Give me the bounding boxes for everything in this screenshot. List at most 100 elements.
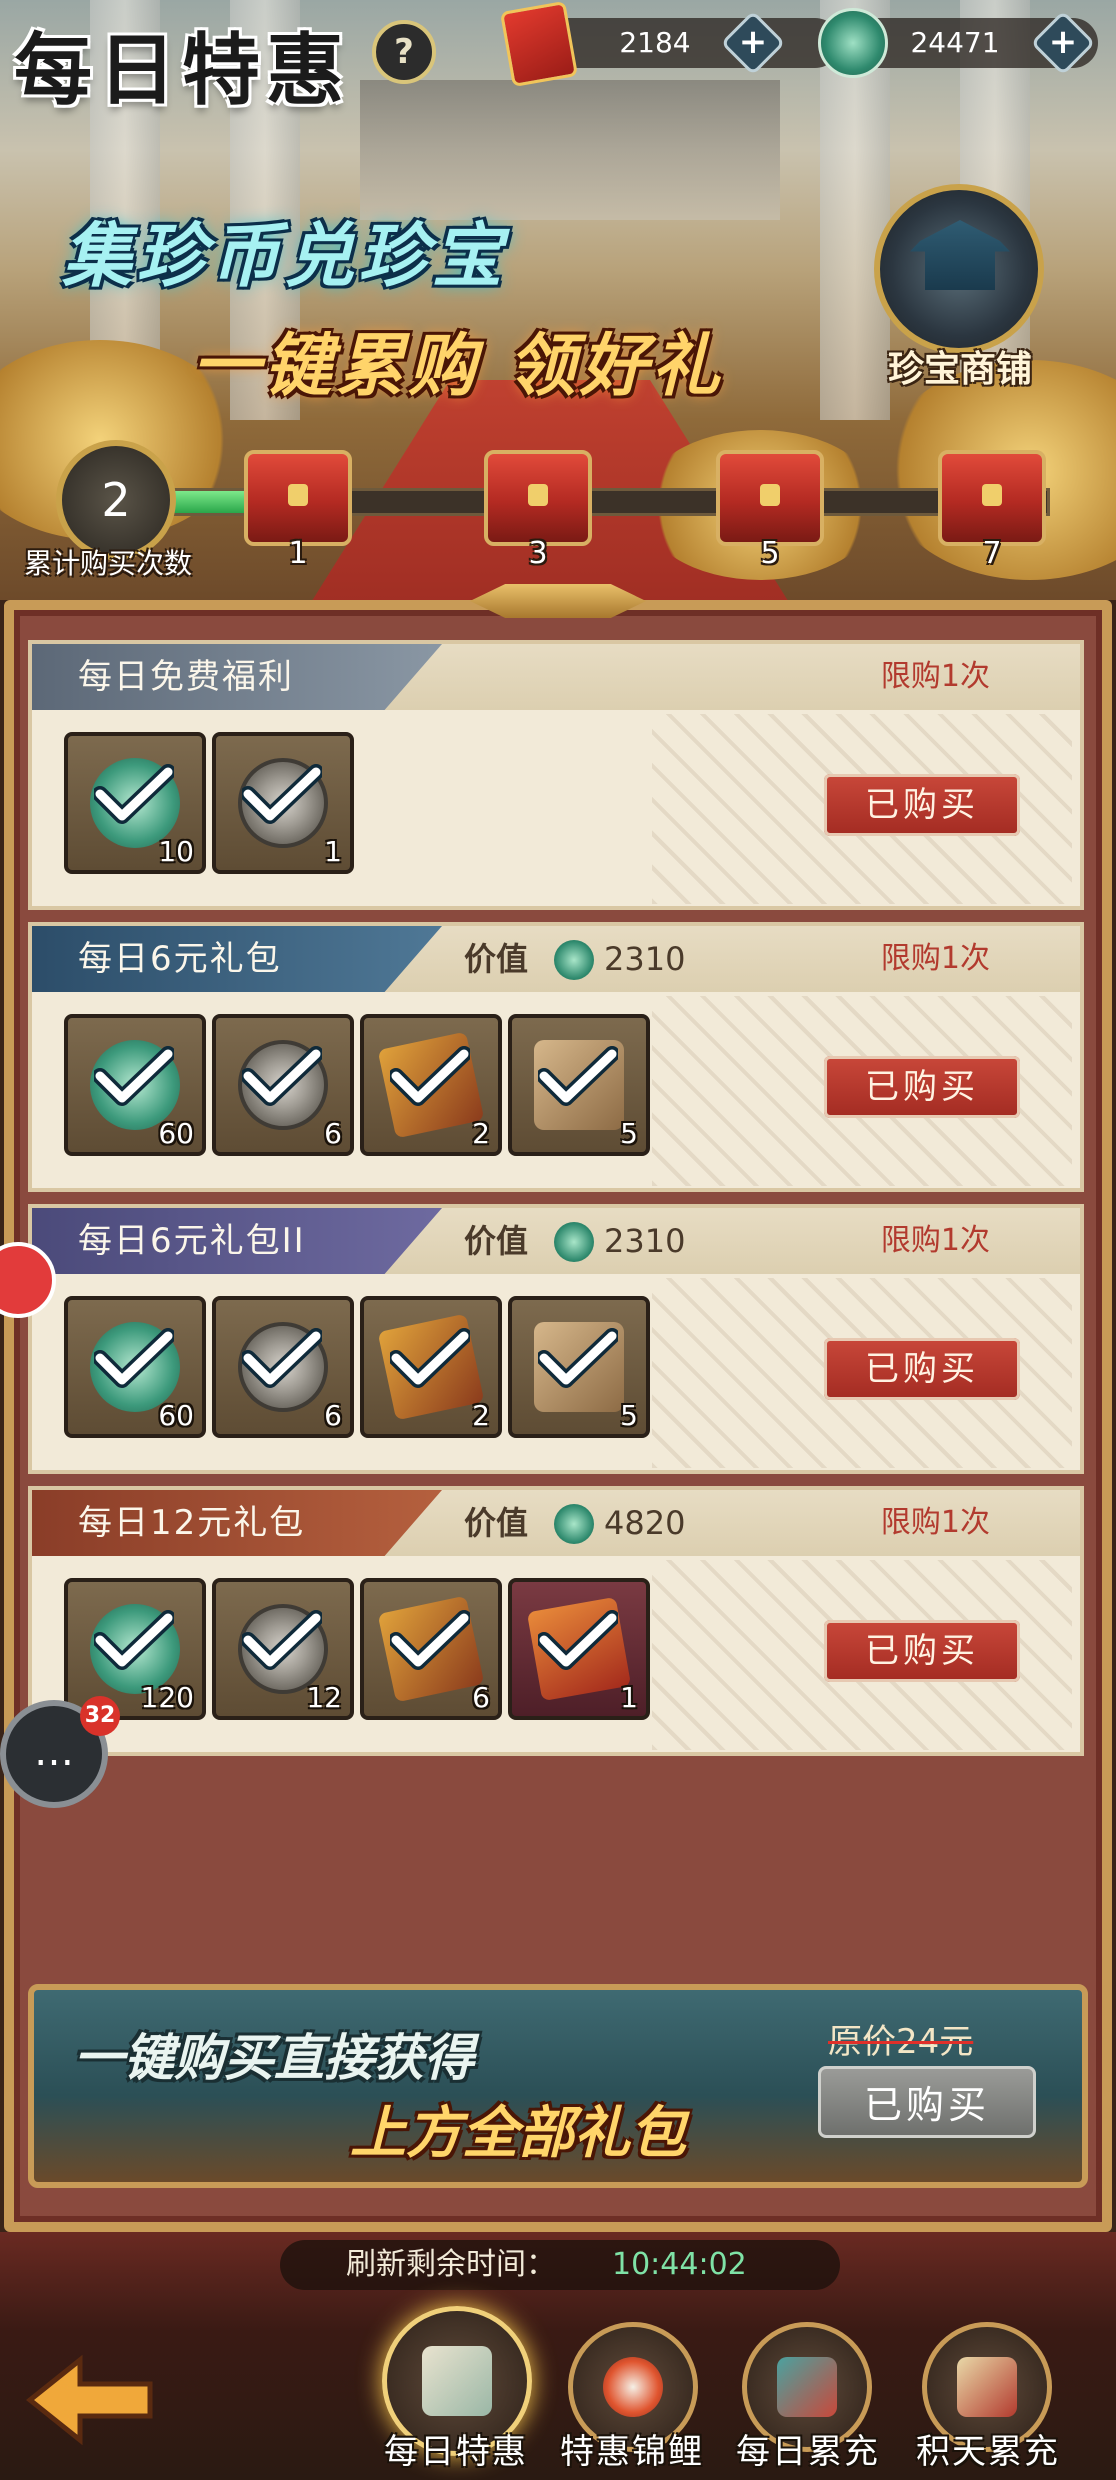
currency-value: 24471 [910, 26, 1000, 59]
currency-value: 2184 [619, 26, 691, 59]
checkmark-icon [390, 1328, 470, 1388]
item-quantity: 5 [620, 1117, 638, 1150]
checkmark-icon [538, 1328, 618, 1388]
chat-unread-badge: 32 [80, 1696, 120, 1736]
checkmark-icon [390, 1046, 470, 1106]
purchase-count-label: 累计购买次数 [24, 547, 193, 580]
item-quantity: 60 [158, 1399, 194, 1432]
milestone-chest[interactable] [938, 450, 1046, 546]
checkmark-icon [94, 1046, 174, 1106]
promo-subheadline: 上方全部礼包 [350, 2100, 686, 2166]
plus-icon: + [1048, 22, 1078, 62]
reward-item[interactable]: 6 [360, 1578, 502, 1720]
milestone-chest[interactable] [244, 450, 352, 546]
reward-item[interactable]: 120 [64, 1578, 206, 1720]
reward-item[interactable]: 10 [64, 732, 206, 874]
milestone-chest[interactable] [484, 450, 592, 546]
pack-value: 2310 [604, 940, 686, 978]
reward-item[interactable]: 1 [508, 1578, 650, 1720]
frame-ornament [470, 584, 646, 618]
reward-item[interactable]: 60 [64, 1296, 206, 1438]
item-quantity: 10 [158, 835, 194, 868]
jade-coin-icon [554, 1222, 594, 1262]
currency-hongbao: 2184 + [530, 10, 840, 76]
milestone-label: 5 [760, 536, 780, 571]
checkmark-icon [390, 1610, 470, 1670]
pack-items: 120 12 6 1 [64, 1578, 688, 1724]
pack-value-label: 价值 [464, 1504, 529, 1542]
reward-item[interactable]: 2 [360, 1014, 502, 1156]
reward-item[interactable]: 60 [64, 1014, 206, 1156]
reward-item[interactable]: 6 [212, 1014, 354, 1156]
refresh-timer-value: 10:44:02 [612, 2247, 747, 2282]
reward-item[interactable]: 6 [212, 1296, 354, 1438]
gift-pack-card: 每日12元礼包 价值 4820 限购1次 120 12 6 1 已购买 [28, 1486, 1084, 1756]
jade-coin-icon [554, 1504, 594, 1544]
reward-item[interactable]: 5 [508, 1014, 650, 1156]
checkmark-icon [538, 1610, 618, 1670]
checkmark-icon [94, 764, 174, 824]
tab-label: 特惠锦鲤 [560, 2432, 704, 2472]
reward-item[interactable]: 5 [508, 1296, 650, 1438]
back-arrow-icon [25, 2354, 153, 2446]
purchased-button[interactable]: 已购买 [824, 1338, 1020, 1400]
reward-item[interactable]: 1 [212, 732, 354, 874]
koi-fish-icon [603, 2357, 663, 2417]
tab-label: 积天累充 [916, 2432, 1060, 2472]
original-price: 原价24元 [828, 2022, 974, 2062]
purchase-limit: 限购1次 [880, 1223, 990, 1258]
pack-items: 10 1 [64, 732, 688, 878]
item-quantity: 1 [620, 1681, 638, 1714]
banner-subheadline: 一键累购 领好礼 [192, 326, 724, 406]
item-quantity: 5 [620, 1399, 638, 1432]
banner-headline: 集珍币兑珍宝 [62, 214, 506, 297]
daily-deals-icon [422, 2346, 492, 2416]
item-quantity: 6 [472, 1681, 490, 1714]
milestone-label: 3 [528, 536, 548, 571]
red-envelope-icon [499, 0, 579, 88]
purchase-limit: 限购1次 [880, 941, 990, 976]
treasure-box-icon [957, 2357, 1017, 2417]
checkmark-icon [94, 1328, 174, 1388]
pack-title: 每日免费福利 [78, 657, 294, 697]
treasure-shop-label: 珍宝商铺 [887, 349, 1032, 390]
pack-items: 60 6 2 5 [64, 1014, 688, 1160]
gift-bag-icon [777, 2357, 837, 2417]
pack-items: 60 6 2 5 [64, 1296, 688, 1442]
jade-coin-icon [554, 940, 594, 980]
pack-title: 每日6元礼包 [78, 939, 282, 979]
pack-value-label: 价值 [464, 940, 529, 978]
milestone-label: 7 [982, 536, 1002, 571]
back-arrow-button[interactable] [20, 2350, 160, 2450]
item-quantity: 60 [158, 1117, 194, 1150]
plus-icon: + [738, 22, 768, 62]
reward-item[interactable]: 12 [212, 1578, 354, 1720]
item-quantity: 12 [306, 1681, 342, 1714]
tab-label: 每日特惠 [384, 2432, 528, 2472]
pack-title: 每日12元礼包 [78, 1503, 306, 1543]
tab-label: 每日累充 [736, 2432, 880, 2472]
item-quantity: 6 [324, 1117, 342, 1150]
purchase-limit: 限购1次 [880, 659, 990, 694]
checkmark-icon [242, 1046, 322, 1106]
gift-pack-card: 每日6元礼包II 价值 2310 限购1次 60 6 2 5 已购买 [28, 1204, 1084, 1474]
reward-item[interactable]: 2 [360, 1296, 502, 1438]
purchased-button[interactable]: 已购买 [824, 1056, 1020, 1118]
item-quantity: 2 [472, 1117, 490, 1150]
item-quantity: 120 [140, 1681, 194, 1714]
gift-pack-card: 每日6元礼包 价值 2310 限购1次 60 6 2 5 已购买 [28, 922, 1084, 1192]
item-quantity: 2 [472, 1399, 490, 1432]
purchased-button[interactable]: 已购买 [824, 1620, 1020, 1682]
pack-title: 每日6元礼包II [78, 1221, 306, 1261]
pack-value: 4820 [604, 1504, 686, 1542]
page-title: 每日特惠 [14, 25, 351, 116]
bundle-purchased-button[interactable]: 已购买 [818, 2066, 1036, 2138]
item-quantity: 6 [324, 1399, 342, 1432]
help-button[interactable]: ? [372, 20, 436, 84]
milestone-label: 1 [288, 536, 308, 571]
jade-coin-icon [818, 8, 888, 78]
purchase-limit: 限购1次 [880, 1505, 990, 1540]
purchased-button[interactable]: 已购买 [824, 774, 1020, 836]
milestone-chest[interactable] [716, 450, 824, 546]
checkmark-icon [94, 1610, 174, 1670]
